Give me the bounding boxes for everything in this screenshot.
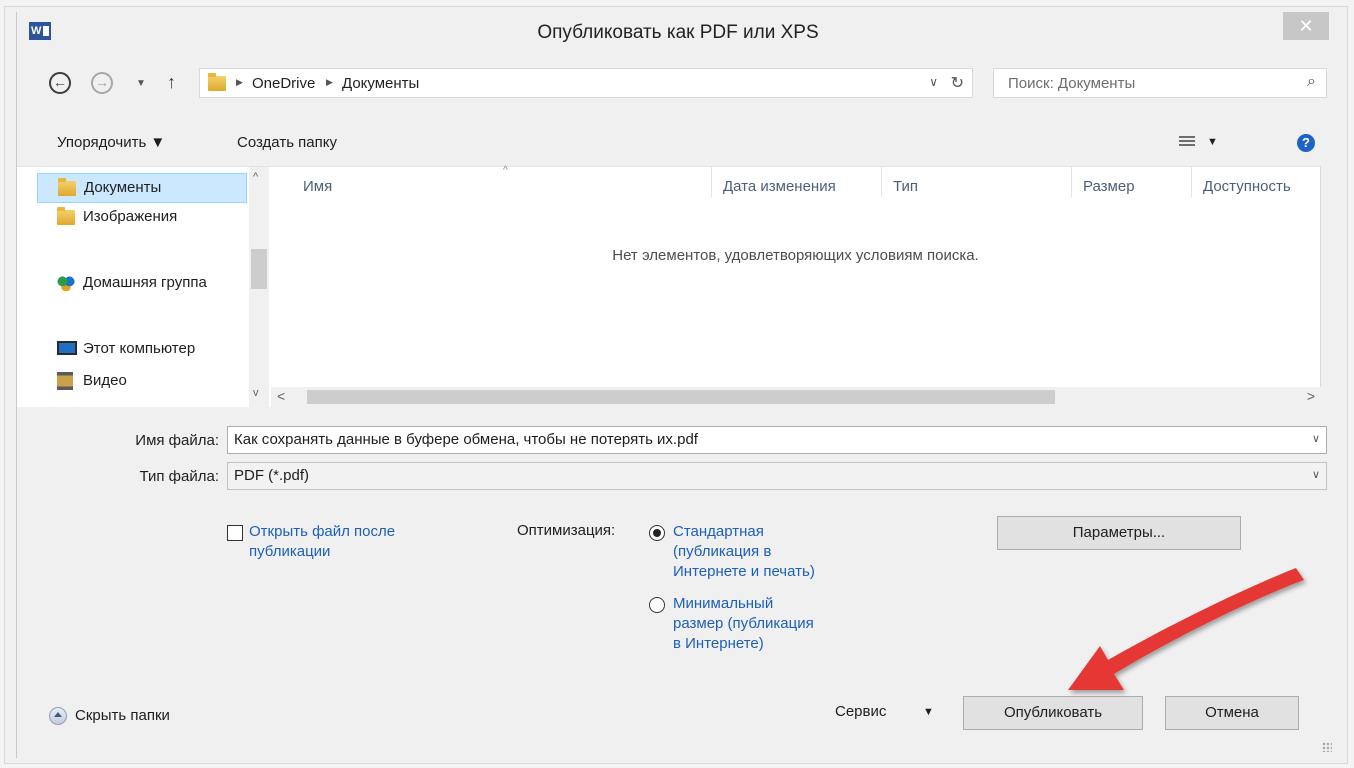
search-icon[interactable]: ⌕ <box>1307 73 1316 91</box>
column-type[interactable]: Тип <box>893 178 918 195</box>
scroll-down-icon[interactable]: v <box>253 387 259 399</box>
computer-icon <box>57 341 77 355</box>
options-button[interactable]: Параметры... <box>997 516 1241 550</box>
close-button[interactable]: ✕ <box>1283 12 1329 40</box>
filename-label: Имя файла: <box>135 432 219 449</box>
optimize-standard-label-line3[interactable]: Интернете и печать) <box>673 562 815 582</box>
sidebar-item-images[interactable]: Изображения <box>37 203 247 233</box>
search-placeholder: Поиск: Документы <box>1008 75 1136 92</box>
optimize-minimal-label-line2[interactable]: размер (публикация <box>673 614 814 634</box>
breadcrumb-separator-icon: ▶ <box>326 77 333 87</box>
scrollbar-thumb[interactable] <box>251 249 267 289</box>
dialog-title: Опубликовать как PDF или XPS <box>537 22 819 43</box>
filetype-label: Тип файла: <box>139 468 220 485</box>
column-divider[interactable] <box>881 167 882 197</box>
empty-list-message: Нет элементов, удовлетворяющих условиям … <box>612 247 979 264</box>
sidebar-item-homegroup[interactable]: Домашняя группа <box>37 269 247 299</box>
optimize-minimal-label-line3[interactable]: в Интернете) <box>673 634 764 654</box>
column-divider[interactable] <box>1071 167 1072 197</box>
search-box[interactable]: Поиск: Документы ⌕ <box>993 68 1327 98</box>
scroll-right-icon[interactable]: > <box>1307 388 1315 404</box>
tools-dropdown-icon[interactable]: ▼ <box>923 702 934 722</box>
organize-menu-button[interactable]: Упорядочить ▼ <box>57 134 165 151</box>
sidebar-item-video[interactable]: Видео <box>37 367 247 397</box>
chevron-down-icon[interactable]: ∨ <box>1312 468 1320 481</box>
tools-menu-button[interactable]: Сервис <box>835 702 886 722</box>
column-headers: ^ Имя Дата изменения Тип Размер Доступно… <box>271 165 1321 197</box>
column-availability[interactable]: Доступность <box>1203 178 1291 195</box>
folder-icon <box>58 178 76 196</box>
hide-folders-button[interactable]: Скрыть папки <box>75 706 170 726</box>
optimize-standard-radio[interactable] <box>649 525 665 541</box>
sidebar-item-label: Видео <box>83 372 127 389</box>
horizontal-scrollbar[interactable]: < > <box>271 387 1321 407</box>
scroll-up-icon[interactable]: ^ <box>253 171 258 183</box>
up-arrow-icon[interactable]: ↑ <box>167 72 176 93</box>
filetype-value: PDF (*.pdf) <box>234 467 310 484</box>
new-folder-button[interactable]: Создать папку <box>237 134 337 151</box>
view-options-icon[interactable] <box>1179 136 1195 148</box>
breadcrumb-separator-icon: ▶ <box>236 77 243 87</box>
sort-ascending-icon: ^ <box>503 165 508 176</box>
filetype-select[interactable]: PDF (*.pdf) ∨ <box>227 462 1327 490</box>
browser-pane: Документы Изображения Домашняя группа Эт… <box>17 165 1321 407</box>
command-bar: Упорядочить ▼ Создать папку ▼ ? <box>17 122 1339 166</box>
sidebar-item-label: Документы <box>84 179 162 196</box>
video-icon <box>57 372 73 390</box>
optimize-standard-label-line2[interactable]: (публикация в <box>673 542 771 562</box>
sidebar-item-this-pc[interactable]: Этот компьютер <box>37 335 247 365</box>
forward-button[interactable]: → <box>91 72 113 94</box>
resize-grip-icon[interactable] <box>1322 742 1332 752</box>
scrollbar-thumb[interactable] <box>307 390 1055 404</box>
open-after-publish-label[interactable]: Открыть файл после <box>249 522 395 542</box>
breadcrumb-onedrive[interactable]: OneDrive <box>252 75 315 92</box>
sidebar-item-label: Домашняя группа <box>83 274 207 291</box>
filename-input[interactable]: Как сохранять данные в буфере обмена, чт… <box>227 426 1327 454</box>
open-after-publish-checkbox[interactable] <box>227 525 243 541</box>
filename-value: Как сохранять данные в буфере обмена, чт… <box>234 431 698 448</box>
optimization-label: Оптимизация: <box>517 522 616 539</box>
title-bar: W Опубликовать как PDF или XPS ✕ <box>17 12 1339 52</box>
optimize-minimal-radio[interactable] <box>649 597 665 613</box>
sidebar-scrollbar[interactable]: ^ v <box>249 167 269 407</box>
sidebar-item-label: Этот компьютер <box>83 340 196 357</box>
sidebar-item-documents[interactable]: Документы <box>37 173 247 203</box>
help-icon[interactable]: ? <box>1297 134 1315 152</box>
refresh-icon[interactable]: ↻ <box>951 73 964 93</box>
cancel-button[interactable]: Отмена <box>1165 696 1299 730</box>
open-after-publish-label-line2[interactable]: публикации <box>249 542 330 562</box>
homegroup-icon <box>57 275 75 291</box>
publish-button[interactable]: Опубликовать <box>963 696 1143 730</box>
view-dropdown-icon[interactable]: ▼ <box>1207 136 1218 148</box>
address-bar[interactable]: ▶ OneDrive ▶ Документы ∨ ↻ <box>199 68 973 98</box>
back-button[interactable]: ← <box>49 72 71 94</box>
scroll-left-icon[interactable]: < <box>277 388 285 404</box>
folder-icon <box>208 73 226 91</box>
publish-dialog: W Опубликовать как PDF или XPS ✕ ← → ▼ ↑… <box>16 12 1339 758</box>
breadcrumb-documents[interactable]: Документы <box>342 75 419 92</box>
optimize-minimal-label[interactable]: Минимальный <box>673 594 773 614</box>
column-date-modified[interactable]: Дата изменения <box>723 178 836 195</box>
navigation-pane: Документы Изображения Домашняя группа Эт… <box>17 167 271 407</box>
hide-folders-icon[interactable] <box>49 707 67 725</box>
column-divider[interactable] <box>711 167 712 197</box>
chevron-down-icon[interactable]: ∨ <box>1312 432 1320 445</box>
recent-locations-chevron-icon[interactable]: ▼ <box>136 78 146 89</box>
column-name[interactable]: Имя <box>303 178 332 195</box>
column-size[interactable]: Размер <box>1083 178 1135 195</box>
sidebar-item-label: Изображения <box>83 208 178 225</box>
address-dropdown-icon[interactable]: ∨ <box>929 75 938 89</box>
optimize-standard-label[interactable]: Стандартная <box>673 522 764 542</box>
folder-icon <box>57 207 75 225</box>
column-divider[interactable] <box>1191 167 1192 197</box>
